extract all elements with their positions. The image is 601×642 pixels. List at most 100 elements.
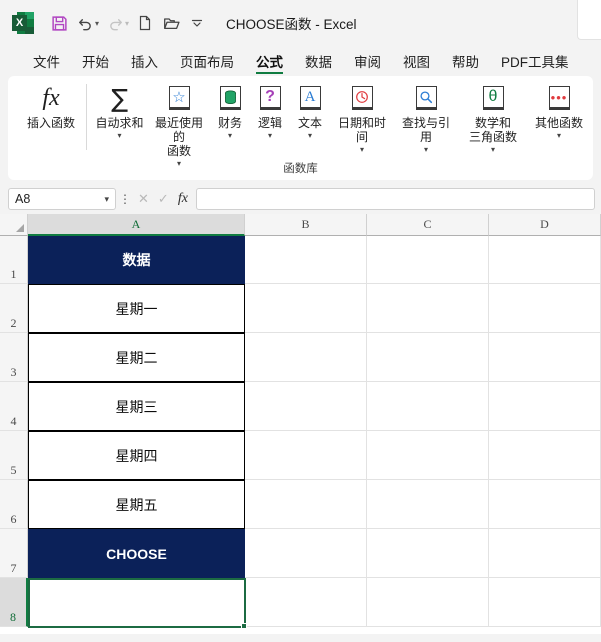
- more-functions-caret-icon[interactable]: ▾: [557, 131, 561, 141]
- date-time-caret-icon[interactable]: ▾: [360, 145, 364, 155]
- cell-b8[interactable]: [245, 578, 367, 627]
- more-functions-button[interactable]: ••• 其他函数 ▾: [528, 80, 590, 141]
- cell-c1[interactable]: [367, 236, 489, 284]
- cell-c2[interactable]: [367, 284, 489, 333]
- cell-a7[interactable]: CHOOSE: [28, 529, 245, 578]
- tab-formulas[interactable]: 公式: [245, 46, 294, 76]
- cell-d3[interactable]: [489, 333, 601, 382]
- cell-d2[interactable]: [489, 284, 601, 333]
- cell-c6[interactable]: [367, 480, 489, 529]
- math-trig-button[interactable]: θ 数学和 三角函数 ▾: [458, 80, 528, 155]
- math-trig-caret-icon[interactable]: ▾: [491, 145, 495, 155]
- financial-button[interactable]: 财务 ▾: [210, 80, 250, 141]
- row-header-1[interactable]: 1: [0, 236, 28, 284]
- cell-a8[interactable]: [28, 578, 245, 627]
- lookup-reference-button[interactable]: 查找与引用 ▾: [394, 80, 458, 155]
- lookup-reference-caret-icon[interactable]: ▾: [424, 145, 428, 155]
- row-header-5[interactable]: 5: [0, 431, 28, 480]
- cell-c3[interactable]: [367, 333, 489, 382]
- date-time-button[interactable]: 日期和时间 ▾: [330, 80, 394, 155]
- tab-help[interactable]: 帮助: [441, 46, 490, 76]
- row-header-4[interactable]: 4: [0, 382, 28, 431]
- ribbon-divider: [86, 84, 87, 150]
- tab-review[interactable]: 审阅: [343, 46, 392, 76]
- excel-logo-icon: X: [12, 12, 34, 34]
- cell-a1[interactable]: 数据: [28, 236, 245, 284]
- logical-button[interactable]: ? 逻辑 ▾: [250, 80, 290, 141]
- cell-d6[interactable]: [489, 480, 601, 529]
- name-box[interactable]: A8 ▾: [8, 188, 116, 210]
- autosum-button[interactable]: ∑ 自动求和 ▾: [91, 80, 148, 141]
- cell-c4[interactable]: [367, 382, 489, 431]
- financial-caret-icon[interactable]: ▾: [228, 131, 232, 141]
- column-header-a[interactable]: A: [28, 214, 245, 236]
- new-file-icon[interactable]: [132, 10, 158, 36]
- tab-home[interactable]: 开始: [71, 46, 120, 76]
- cell-b5[interactable]: [245, 431, 367, 480]
- row-header-6[interactable]: 6: [0, 480, 28, 529]
- row-header-2[interactable]: 2: [0, 284, 28, 333]
- name-box-chevron-down-icon[interactable]: ▾: [104, 194, 109, 205]
- cell-d1[interactable]: [489, 236, 601, 284]
- insert-function-button[interactable]: fx 插入函数: [20, 80, 82, 131]
- tab-data[interactable]: 数据: [294, 46, 343, 76]
- logical-caret-icon[interactable]: ▾: [268, 131, 272, 141]
- cell-b7[interactable]: [245, 529, 367, 578]
- cell-b2[interactable]: [245, 284, 367, 333]
- cell-c5[interactable]: [367, 431, 489, 480]
- cell-b6[interactable]: [245, 480, 367, 529]
- fill-handle[interactable]: [241, 623, 247, 629]
- customize-qat-icon[interactable]: [184, 10, 210, 36]
- text-button[interactable]: A 文本 ▾: [290, 80, 330, 141]
- open-folder-icon[interactable]: [158, 10, 184, 36]
- tab-insert[interactable]: 插入: [120, 46, 169, 76]
- column-header-d[interactable]: D: [489, 214, 601, 236]
- recent-functions-button[interactable]: ☆ 最近使用的 函数 ▾: [148, 80, 210, 169]
- formula-input[interactable]: [195, 188, 595, 210]
- insert-function-fx-icon[interactable]: fx: [178, 191, 188, 207]
- cell-b4[interactable]: [245, 382, 367, 431]
- lookup-reference-label: 查找与引用: [401, 116, 450, 144]
- window-controls[interactable]: [577, 0, 601, 40]
- financial-database-icon: [219, 83, 241, 113]
- excel-logo-letter: X: [12, 15, 27, 31]
- cell-d7[interactable]: [489, 529, 601, 578]
- select-all-corner[interactable]: [0, 214, 28, 236]
- fx-icon: fx: [42, 84, 60, 111]
- undo-dropdown-caret-icon[interactable]: ▾: [95, 19, 99, 28]
- cell-d8[interactable]: [489, 578, 601, 627]
- title-bar: X ▾ ▾ CHOOSE函数 - Excel: [0, 0, 601, 46]
- logical-label: 逻辑: [257, 116, 282, 130]
- cell-c7[interactable]: [367, 529, 489, 578]
- date-time-label: 日期和时间: [337, 116, 386, 144]
- cell-b3[interactable]: [245, 333, 367, 382]
- cancel-entry-icon[interactable]: ✕: [138, 191, 149, 207]
- confirm-entry-icon[interactable]: ✓: [158, 191, 169, 207]
- row-header-7[interactable]: 7: [0, 529, 28, 578]
- text-letter-a-icon: A: [299, 83, 321, 113]
- cell-a6[interactable]: 星期五: [28, 480, 245, 529]
- cell-c8[interactable]: [367, 578, 489, 627]
- cell-a5[interactable]: 星期四: [28, 431, 245, 480]
- tab-file[interactable]: 文件: [22, 46, 71, 76]
- row-header-8[interactable]: 8: [0, 578, 28, 627]
- row-header-3[interactable]: 3: [0, 333, 28, 382]
- function-library-group: fx 插入函数 ∑ 自动求和 ▾ ☆ 最近使用的 函数 ▾ 财务 ▾ ? 逻辑 …: [8, 76, 593, 180]
- save-icon[interactable]: [46, 10, 72, 36]
- cell-a2[interactable]: 星期一: [28, 284, 245, 333]
- column-header-c[interactable]: C: [367, 214, 489, 236]
- text-caret-icon[interactable]: ▾: [308, 131, 312, 141]
- cell-a4[interactable]: 星期三: [28, 382, 245, 431]
- spreadsheet-grid[interactable]: A B C D 1 2 3 4 5 6 7 8 数据 星期一 星期二 星期三 星…: [0, 214, 601, 634]
- column-header-b[interactable]: B: [245, 214, 367, 236]
- tab-pdf-toolkit[interactable]: PDF工具集: [490, 46, 580, 76]
- formula-bar-more-icon[interactable]: ⋮: [116, 193, 134, 205]
- cell-d4[interactable]: [489, 382, 601, 431]
- cell-a3[interactable]: 星期二: [28, 333, 245, 382]
- autosum-caret-icon[interactable]: ▾: [117, 131, 121, 141]
- cell-b1[interactable]: [245, 236, 367, 284]
- tab-view[interactable]: 视图: [392, 46, 441, 76]
- cell-d5[interactable]: [489, 431, 601, 480]
- formula-bar: A8 ▾ ⋮ ✕ ✓ fx: [0, 184, 601, 214]
- tab-page-layout[interactable]: 页面布局: [169, 46, 245, 76]
